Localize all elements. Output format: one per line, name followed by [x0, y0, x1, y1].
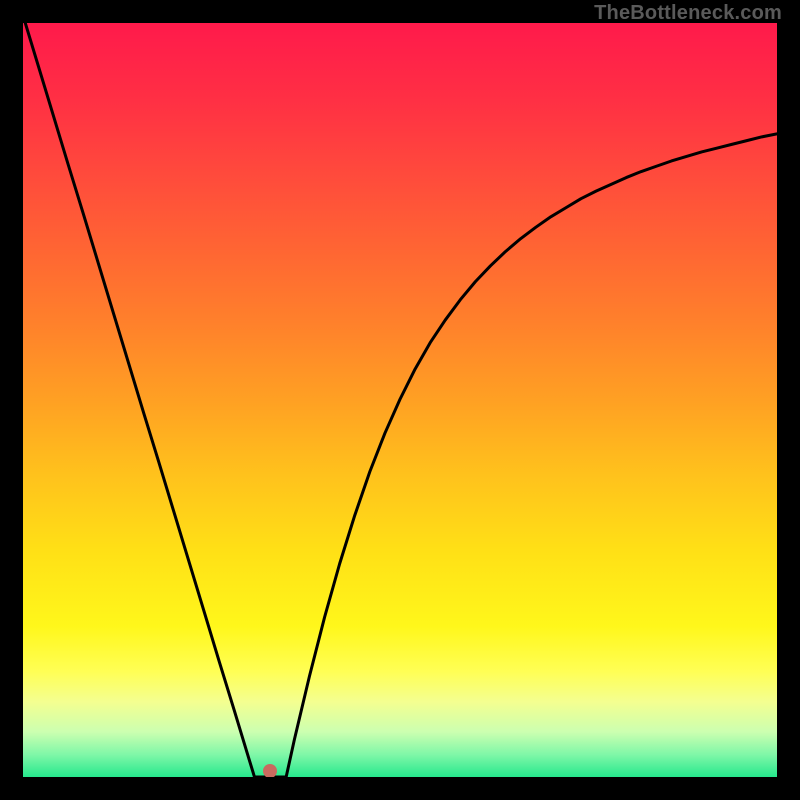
- heat-gradient-background: [23, 23, 777, 777]
- watermark-text: TheBottleneck.com: [594, 2, 782, 25]
- chart-frame: TheBottleneck.com: [0, 0, 800, 800]
- optimal-point-marker: [263, 764, 277, 777]
- plot-area: [23, 23, 777, 777]
